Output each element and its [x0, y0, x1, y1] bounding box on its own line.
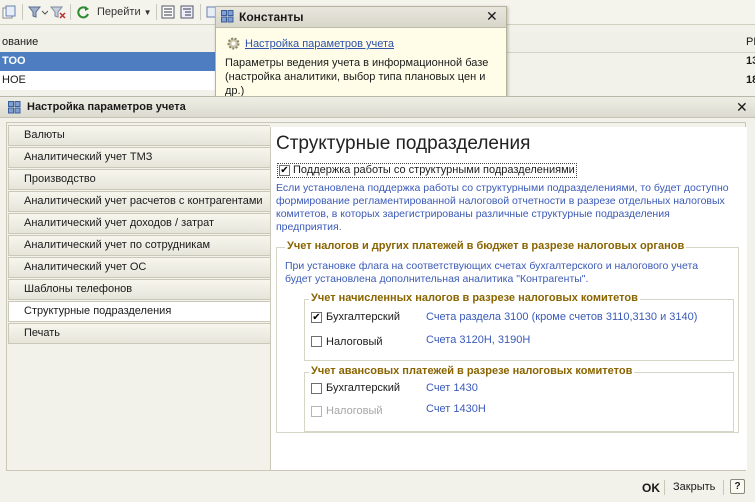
table-row[interactable]: НОЕ [0, 71, 215, 90]
accrued-tax-accounts: Счета 3120Н, 3190Н [426, 334, 531, 346]
list-view-icon[interactable] [161, 4, 175, 20]
tab-counterparties[interactable]: Аналитический учет расчетов с контрагент… [8, 191, 270, 212]
tab-structural-units[interactable]: Структурные подразделения [8, 301, 271, 322]
tab-fixed-assets[interactable]: Аналитический учет ОС [8, 257, 270, 278]
advance-group-title: Учет авансовых платежей в разрезе налого… [309, 365, 635, 377]
accrued-accounting-accounts: Счета раздела 3100 (кроме счетов 3110,31… [426, 311, 698, 323]
refresh-icon[interactable] [76, 4, 90, 20]
window-title: Настройка параметров учета [27, 101, 186, 113]
support-checkbox-row[interactable]: ✔ Поддержка работы со структурными подра… [277, 163, 577, 178]
tab-phone-templates[interactable]: Шаблоны телефонов [8, 279, 270, 300]
close-icon[interactable]: ✕ [736, 99, 748, 116]
accrued-group [304, 299, 734, 361]
window-icon [221, 10, 234, 26]
filter-icon[interactable] [28, 4, 48, 20]
goto-button[interactable]: Перейти ▼ [97, 4, 152, 20]
window-footer: OK Закрыть ? [0, 475, 755, 501]
tab-production[interactable]: Производство [8, 169, 270, 190]
window-titlebar: Настройка параметров учета ✕ [0, 97, 755, 118]
accrued-accounting-checkbox[interactable]: ✔ [311, 312, 322, 323]
advance-group [304, 372, 734, 432]
accrued-tax-checkbox[interactable] [311, 336, 322, 347]
popup-title: Константы [239, 10, 304, 24]
table-cell-right: 18 [746, 74, 755, 86]
tab-income-expenses[interactable]: Аналитический учет доходов / затрат [8, 213, 270, 234]
tab-inventory[interactable]: Аналитический учет ТМЗ [8, 147, 270, 168]
advance-accounting-label: Бухгалтерский [326, 382, 401, 394]
advance-accounting-accounts: Счет 1430 [426, 382, 478, 394]
close-icon[interactable]: ✕ [486, 8, 498, 25]
accrued-tax-label: Налоговый [326, 336, 383, 348]
popup-description: Параметры ведения учета в информационной… [225, 57, 489, 97]
table-cell-name: НОЕ [2, 74, 26, 86]
budget-group-title: Учет налогов и других платежей в бюджет … [285, 240, 687, 252]
window-icon [8, 101, 21, 117]
tab-print[interactable]: Печать [8, 323, 270, 344]
accrued-group-title: Учет начисленных налогов в разрезе налог… [309, 292, 640, 304]
table-row[interactable]: ТОО [0, 52, 215, 71]
support-description: Если установлена поддержка работы со стр… [276, 182, 729, 233]
table-cell-right: 13 [746, 55, 755, 67]
tree-view-icon[interactable] [180, 4, 194, 20]
budget-group-description: При установке флага на соответствующих с… [285, 260, 699, 285]
accrued-accounting-label: Бухгалтерский [326, 311, 401, 323]
filter-clear-icon[interactable] [50, 4, 66, 20]
advance-tax-label: Налоговый [326, 405, 383, 417]
tab-employees[interactable]: Аналитический учет по сотрудникам [8, 235, 270, 256]
ok-button[interactable]: OK [642, 481, 660, 495]
content-panel: Структурные подразделения ✔ Поддержка ра… [270, 127, 747, 470]
advance-tax-accounts: Счет 1430Н [426, 403, 486, 415]
column-header-right: РЕ [746, 36, 755, 48]
copy-icon[interactable] [2, 4, 16, 20]
popup-titlebar: Константы ✕ [216, 7, 506, 28]
support-checkbox-label: Поддержка работы со структурными подразд… [293, 164, 575, 176]
advance-tax-checkbox [311, 406, 322, 417]
settings-link[interactable]: Настройка параметров учета [245, 38, 394, 50]
constants-popup: Константы ✕ Настройка параметров учета П… [215, 6, 507, 101]
gear-icon [226, 36, 241, 54]
goto-label: Перейти [97, 6, 141, 18]
help-icon: ? [734, 481, 741, 492]
page-title: Структурные подразделения [276, 133, 531, 154]
support-checkbox[interactable]: ✔ [279, 165, 290, 176]
help-button[interactable]: ? [730, 479, 745, 494]
advance-accounting-checkbox[interactable] [311, 383, 322, 394]
column-header-name: ование [2, 36, 39, 48]
close-button[interactable]: Закрыть [673, 481, 715, 493]
tab-currencies[interactable]: Валюты [8, 125, 270, 146]
table-cell-name: ТОО [2, 55, 26, 67]
chevron-down-icon: ▼ [143, 7, 152, 17]
